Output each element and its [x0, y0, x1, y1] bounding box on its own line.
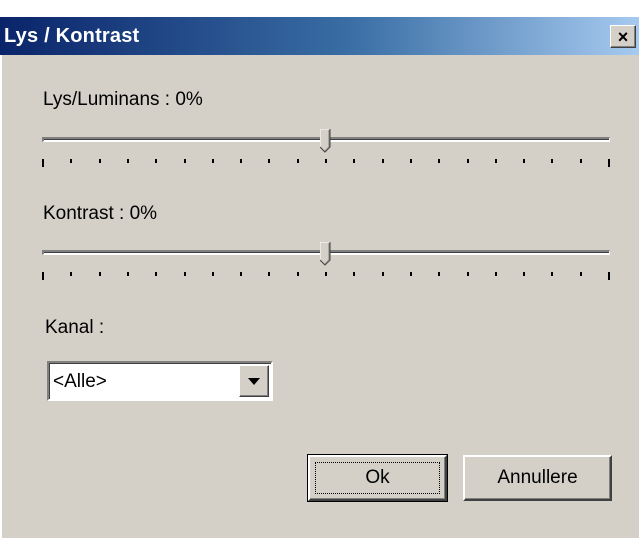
channel-select-value: <Alle> — [53, 371, 107, 392]
brightness-slider-thumb[interactable] — [320, 129, 331, 153]
channel-label: Kanal : — [45, 317, 105, 338]
brightness-label: Lys/Luminans : 0% — [43, 89, 203, 110]
brightness-slider[interactable] — [40, 129, 612, 171]
slider-tick — [409, 159, 412, 163]
contrast-label: Kontrast : 0% — [43, 203, 158, 224]
slider-tick — [353, 159, 356, 163]
contrast-slider-ticks — [40, 272, 612, 280]
title-bar[interactable]: Lys / Kontrast × — [0, 17, 639, 55]
slider-tick — [494, 272, 497, 276]
slider-tick — [296, 159, 299, 163]
slider-tick — [438, 159, 441, 163]
slider-tick — [211, 159, 214, 163]
slider-tick — [494, 159, 497, 163]
slider-tick — [381, 159, 384, 163]
slider-tick — [579, 159, 582, 163]
brightness-slider-ticks — [40, 159, 612, 167]
slider-tick — [523, 159, 526, 163]
slider-tick — [551, 159, 554, 163]
slider-tick — [579, 272, 582, 276]
dialog-title: Lys / Kontrast — [4, 25, 140, 47]
channel-select[interactable]: <Alle> — [47, 361, 273, 401]
chevron-down-icon — [248, 377, 260, 385]
slider-tick — [155, 272, 158, 276]
channel-dropdown-button[interactable] — [239, 365, 269, 397]
slider-tick — [438, 272, 441, 276]
slider-tick — [608, 272, 610, 280]
slider-tick — [409, 272, 412, 276]
slider-tick — [42, 159, 44, 167]
slider-tick — [70, 272, 73, 276]
slider-tick — [126, 272, 129, 276]
contrast-slider[interactable] — [40, 242, 612, 284]
slider-tick — [381, 272, 384, 276]
slider-tick — [268, 159, 271, 163]
close-button[interactable]: × — [610, 25, 636, 48]
slider-tick — [466, 272, 469, 276]
slider-tick — [325, 272, 327, 276]
slider-tick — [42, 272, 44, 280]
slider-tick — [98, 159, 101, 163]
slider-tick — [183, 272, 186, 276]
dialog-edge — [0, 55, 2, 538]
slider-tick — [466, 159, 469, 163]
slider-tick — [523, 272, 526, 276]
slider-tick — [211, 272, 214, 276]
close-icon: × — [617, 26, 629, 47]
slider-tick — [608, 159, 610, 167]
slider-tick — [325, 159, 327, 163]
slider-tick — [551, 272, 554, 276]
cancel-button-label: Annullere — [497, 467, 578, 488]
brightness-contrast-dialog: Lys / Kontrast × Lys/Luminans : 0% Kontr… — [0, 17, 639, 538]
slider-tick — [268, 272, 271, 276]
contrast-slider-thumb[interactable] — [320, 242, 331, 266]
slider-tick — [126, 159, 129, 163]
slider-tick — [240, 159, 243, 163]
slider-tick — [296, 272, 299, 276]
slider-tick — [240, 272, 243, 276]
slider-tick — [183, 159, 186, 163]
slider-tick — [98, 272, 101, 276]
slider-tick — [353, 272, 356, 276]
ok-button-focus-ring — [315, 462, 440, 494]
slider-tick — [70, 159, 73, 163]
slider-tick — [155, 159, 158, 163]
ok-button[interactable]: Ok — [307, 454, 448, 502]
cancel-button[interactable]: Annullere — [463, 455, 612, 501]
